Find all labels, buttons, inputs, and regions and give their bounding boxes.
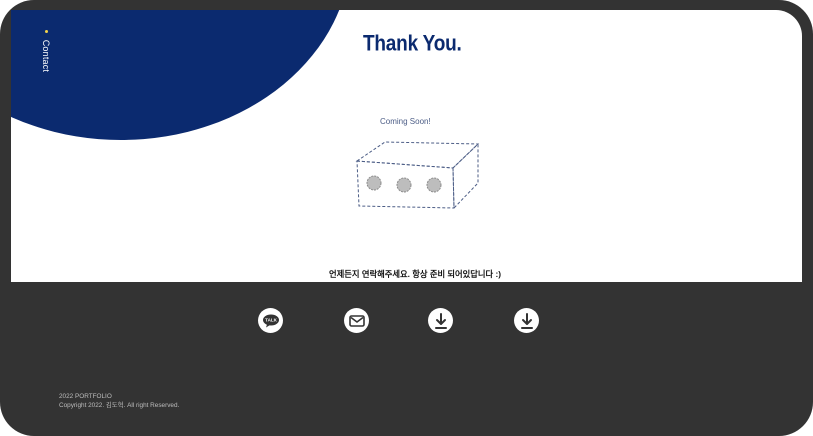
download-button-2[interactable] [514, 308, 539, 333]
coming-soon-box-illustration [333, 128, 483, 210]
kakaotalk-button[interactable]: TALK [258, 308, 283, 333]
contact-nav-label[interactable]: Contact [41, 30, 51, 72]
mail-icon [348, 314, 365, 327]
contact-label-text: Contact [41, 39, 51, 73]
contact-message: 언제든지 연락해주세요. 항상 준비 되어있답니다 :) [329, 269, 502, 279]
navy-arc-decoration [11, 10, 351, 140]
contact-icon-row: TALK [11, 308, 802, 334]
download-icon [520, 312, 534, 329]
download-icon [434, 312, 448, 329]
device-frame: Contact Thank You. Coming Soon! 언제든지 연락해… [0, 0, 813, 436]
coming-soon-text: Coming Soon! [380, 117, 431, 126]
copyright-text: Copyright 2022. 김도혁. All right Reserved. [59, 402, 180, 409]
kakaotalk-label: TALK [265, 317, 277, 322]
kakaotalk-icon: TALK [262, 314, 280, 328]
portfolio-label: 2022 PORTFOLIO [59, 393, 112, 400]
footer: TALK 2022 PORTFOLIO Copyright 2022. 김도혁.… [11, 282, 802, 425]
yellow-dot-icon [45, 30, 48, 33]
contact-section: Contact Thank You. Coming Soon! 언제든지 연락해… [11, 10, 802, 282]
copyright-block: 2022 PORTFOLIO Copyright 2022. 김도혁. All … [59, 392, 179, 410]
download-button-1[interactable] [428, 308, 453, 333]
mail-button[interactable] [344, 308, 369, 333]
thank-you-title: Thank You. [363, 32, 462, 57]
